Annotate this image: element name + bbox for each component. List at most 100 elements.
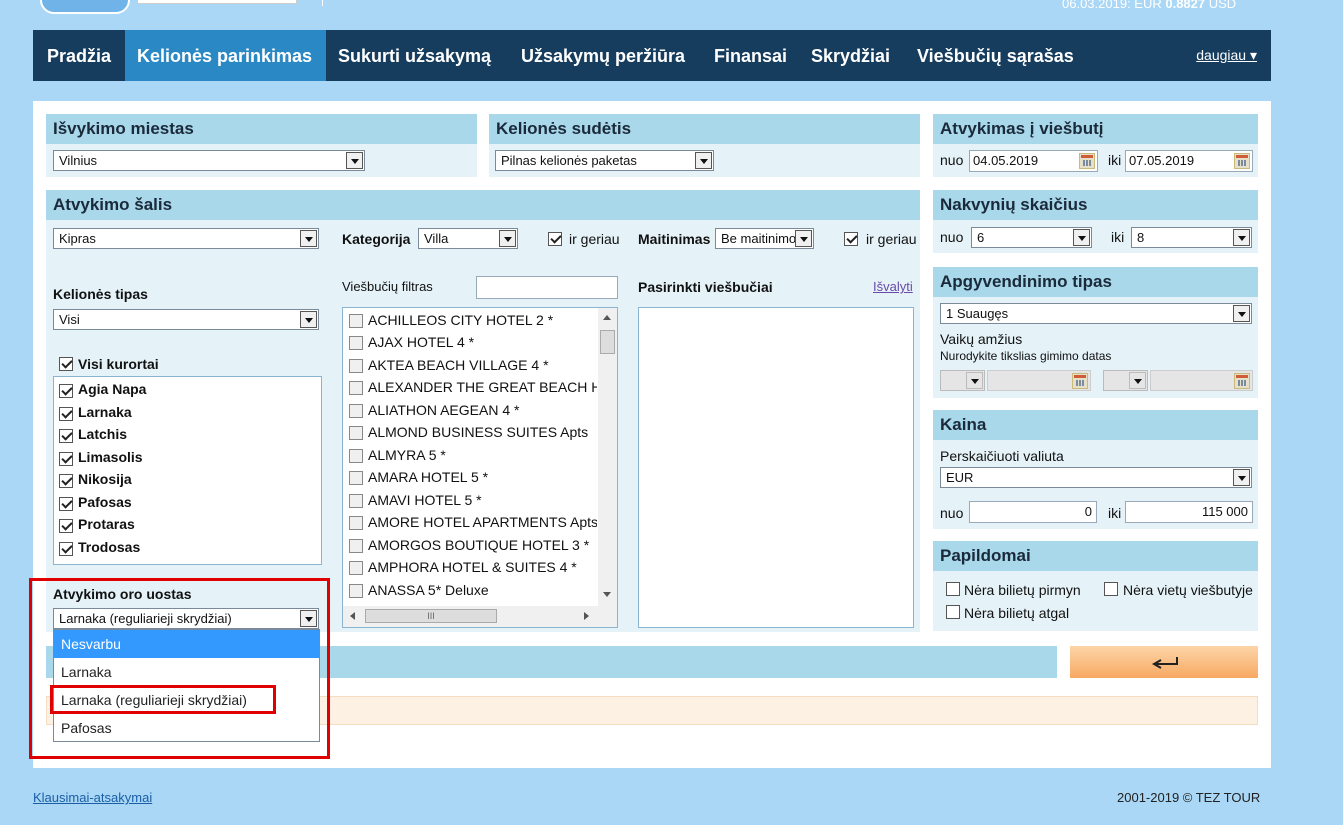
hotel-checkbox[interactable]	[349, 359, 363, 373]
calendar-icon[interactable]	[1234, 373, 1250, 389]
resort-item[interactable]: Trodosas	[54, 539, 314, 561]
price-from-input[interactable]: 0	[969, 501, 1097, 523]
scroll-left-icon[interactable]	[350, 612, 355, 620]
checkin-to-input[interactable]: 07.05.2019	[1125, 150, 1253, 172]
nav-trip-selection[interactable]: Kelionės parinkimas	[125, 30, 326, 81]
company-logo[interactable]	[40, 0, 130, 14]
resort-checkbox[interactable]	[59, 519, 73, 533]
child1-age-select[interactable]	[940, 370, 985, 391]
child2-birthdate-input[interactable]	[1150, 370, 1253, 391]
composition-title: Kelionės sudėtis	[489, 114, 920, 144]
resort-checkbox[interactable]	[59, 429, 73, 443]
nav-flights[interactable]: Skrydžiai	[799, 30, 902, 81]
hotel-item[interactable]: ALIATHON AEGEAN 4 *	[343, 401, 597, 423]
calendar-icon[interactable]	[1072, 373, 1088, 389]
resort-checkbox[interactable]	[59, 452, 73, 466]
resort-item[interactable]: Agia Napa	[54, 381, 314, 403]
hotel-item[interactable]: AMORGOS BOUTIQUE HOTEL 3 *	[343, 536, 597, 558]
hotel-item[interactable]: AJAX HOTEL 4 *	[343, 333, 597, 355]
resort-item[interactable]: Protaras	[54, 516, 314, 538]
hotel-item[interactable]: AMAVI HOTEL 5 *	[343, 491, 597, 513]
resort-item[interactable]: Pafosas	[54, 494, 314, 516]
trip-type-select[interactable]: Visi	[53, 309, 319, 330]
hotel-checkbox[interactable]	[349, 561, 363, 575]
hotel-checkbox[interactable]	[349, 404, 363, 418]
meal-better-checkbox[interactable]	[844, 232, 858, 246]
resort-item[interactable]: Limasolis	[54, 449, 314, 471]
hotel-checkbox[interactable]	[349, 516, 363, 530]
country-select[interactable]: Kipras	[53, 228, 319, 249]
category-label: Kategorija	[342, 231, 411, 247]
category-select[interactable]: Villa	[418, 228, 518, 249]
category-better-checkbox[interactable]	[548, 232, 562, 246]
no-hotel-places-checkbox[interactable]	[1104, 582, 1118, 596]
no-tickets-there-checkbox[interactable]	[946, 582, 960, 596]
nav-hotel-list[interactable]: Viešbučių sąrašas	[905, 30, 1086, 81]
hotel-list-vscroll-thumb[interactable]	[600, 330, 615, 354]
hotel-list-hscroll[interactable]: III	[343, 606, 617, 627]
child1-birthdate-input[interactable]	[987, 370, 1091, 391]
clear-selection-link[interactable]: Išvalyti	[873, 279, 913, 294]
scroll-up-icon[interactable]	[603, 315, 611, 320]
resort-checkbox[interactable]	[59, 474, 73, 488]
hotel-checkbox[interactable]	[349, 494, 363, 508]
selected-hotels-list[interactable]	[638, 307, 914, 628]
hotel-item[interactable]: AMARA HOTEL 5 *	[343, 468, 597, 490]
hotel-item[interactable]: ALMYRA 5 *	[343, 446, 597, 468]
no-tickets-back-checkbox[interactable]	[946, 605, 960, 619]
hotel-checkbox[interactable]	[349, 336, 363, 350]
resort-label: Trodosas	[78, 539, 141, 555]
hotel-item[interactable]: ANASSA 5* Deluxe	[343, 581, 597, 603]
nav-finance[interactable]: Finansai	[702, 30, 799, 81]
scroll-right-icon[interactable]	[584, 612, 589, 620]
accommodation-select[interactable]: 1 Suaugęs	[940, 303, 1252, 324]
resort-checkbox[interactable]	[59, 497, 73, 511]
nights-from-value: 6	[977, 230, 985, 245]
child2-age-select[interactable]	[1103, 370, 1148, 391]
departure-select[interactable]: Vilnius	[53, 150, 365, 171]
hotel-list[interactable]: ACHILLEOS CITY HOTEL 2 * AJAX HOTEL 4 * …	[342, 307, 618, 628]
top-search-box[interactable]	[137, 0, 297, 4]
hotel-checkbox[interactable]	[349, 426, 363, 440]
all-resorts-checkbox[interactable]	[59, 357, 73, 371]
hotel-checkbox[interactable]	[349, 471, 363, 485]
calendar-icon[interactable]	[1079, 153, 1095, 169]
faq-link[interactable]: Klausimai-atsakymai	[33, 790, 152, 805]
resort-item[interactable]: Nikosija	[54, 471, 314, 493]
resort-item[interactable]: Latchis	[54, 426, 314, 448]
hotel-item[interactable]: AMPHORA HOTEL & SUITES 4 *	[343, 558, 597, 580]
hotel-checkbox[interactable]	[349, 314, 363, 328]
chevron-down-icon	[1233, 229, 1250, 246]
hotel-list-vscroll[interactable]	[598, 308, 617, 606]
calendar-icon[interactable]	[1234, 153, 1250, 169]
hotel-item[interactable]: ACHILLEOS CITY HOTEL 2 *	[343, 311, 597, 333]
hotel-item[interactable]: ALEXANDER THE GREAT BEACH HOTEL	[343, 378, 597, 400]
resort-checkbox[interactable]	[59, 407, 73, 421]
hotel-checkbox[interactable]	[349, 449, 363, 463]
nights-to-select[interactable]: 8	[1131, 227, 1252, 248]
nights-from-select[interactable]: 6	[971, 227, 1092, 248]
price-to-input[interactable]: 115 000	[1125, 501, 1253, 523]
nav-home[interactable]: Pradžia	[35, 30, 123, 81]
resort-label: Protaras	[78, 516, 135, 532]
hotel-list-hscroll-thumb[interactable]: III	[365, 609, 497, 623]
scroll-down-icon[interactable]	[603, 592, 611, 597]
hotel-item[interactable]: AKTEA BEACH VILLAGE 4 *	[343, 356, 597, 378]
hotel-checkbox[interactable]	[349, 584, 363, 598]
hotel-filter-input[interactable]	[476, 276, 618, 299]
checkin-from-input[interactable]: 04.05.2019	[969, 150, 1098, 172]
currency-select[interactable]: EUR	[940, 467, 1252, 488]
meal-select[interactable]: Be maitinimo	[715, 228, 814, 249]
nav-more-menu[interactable]: daugiau ▾	[1196, 30, 1257, 80]
resort-checkbox[interactable]	[59, 542, 73, 556]
resort-checkbox[interactable]	[59, 384, 73, 398]
search-button[interactable]	[1070, 646, 1258, 678]
hotel-checkbox[interactable]	[349, 539, 363, 553]
nav-create-order[interactable]: Sukurti užsakymą	[326, 30, 503, 81]
hotel-item[interactable]: AMORE HOTEL APARTMENTS Apts	[343, 513, 597, 535]
hotel-item[interactable]: ALMOND BUSINESS SUITES Apts	[343, 423, 597, 445]
nav-orders-view[interactable]: Užsakymų peržiūra	[509, 30, 697, 81]
hotel-checkbox[interactable]	[349, 381, 363, 395]
composition-select[interactable]: Pilnas kelionės paketas	[495, 150, 714, 171]
resort-item[interactable]: Larnaka	[54, 404, 314, 426]
